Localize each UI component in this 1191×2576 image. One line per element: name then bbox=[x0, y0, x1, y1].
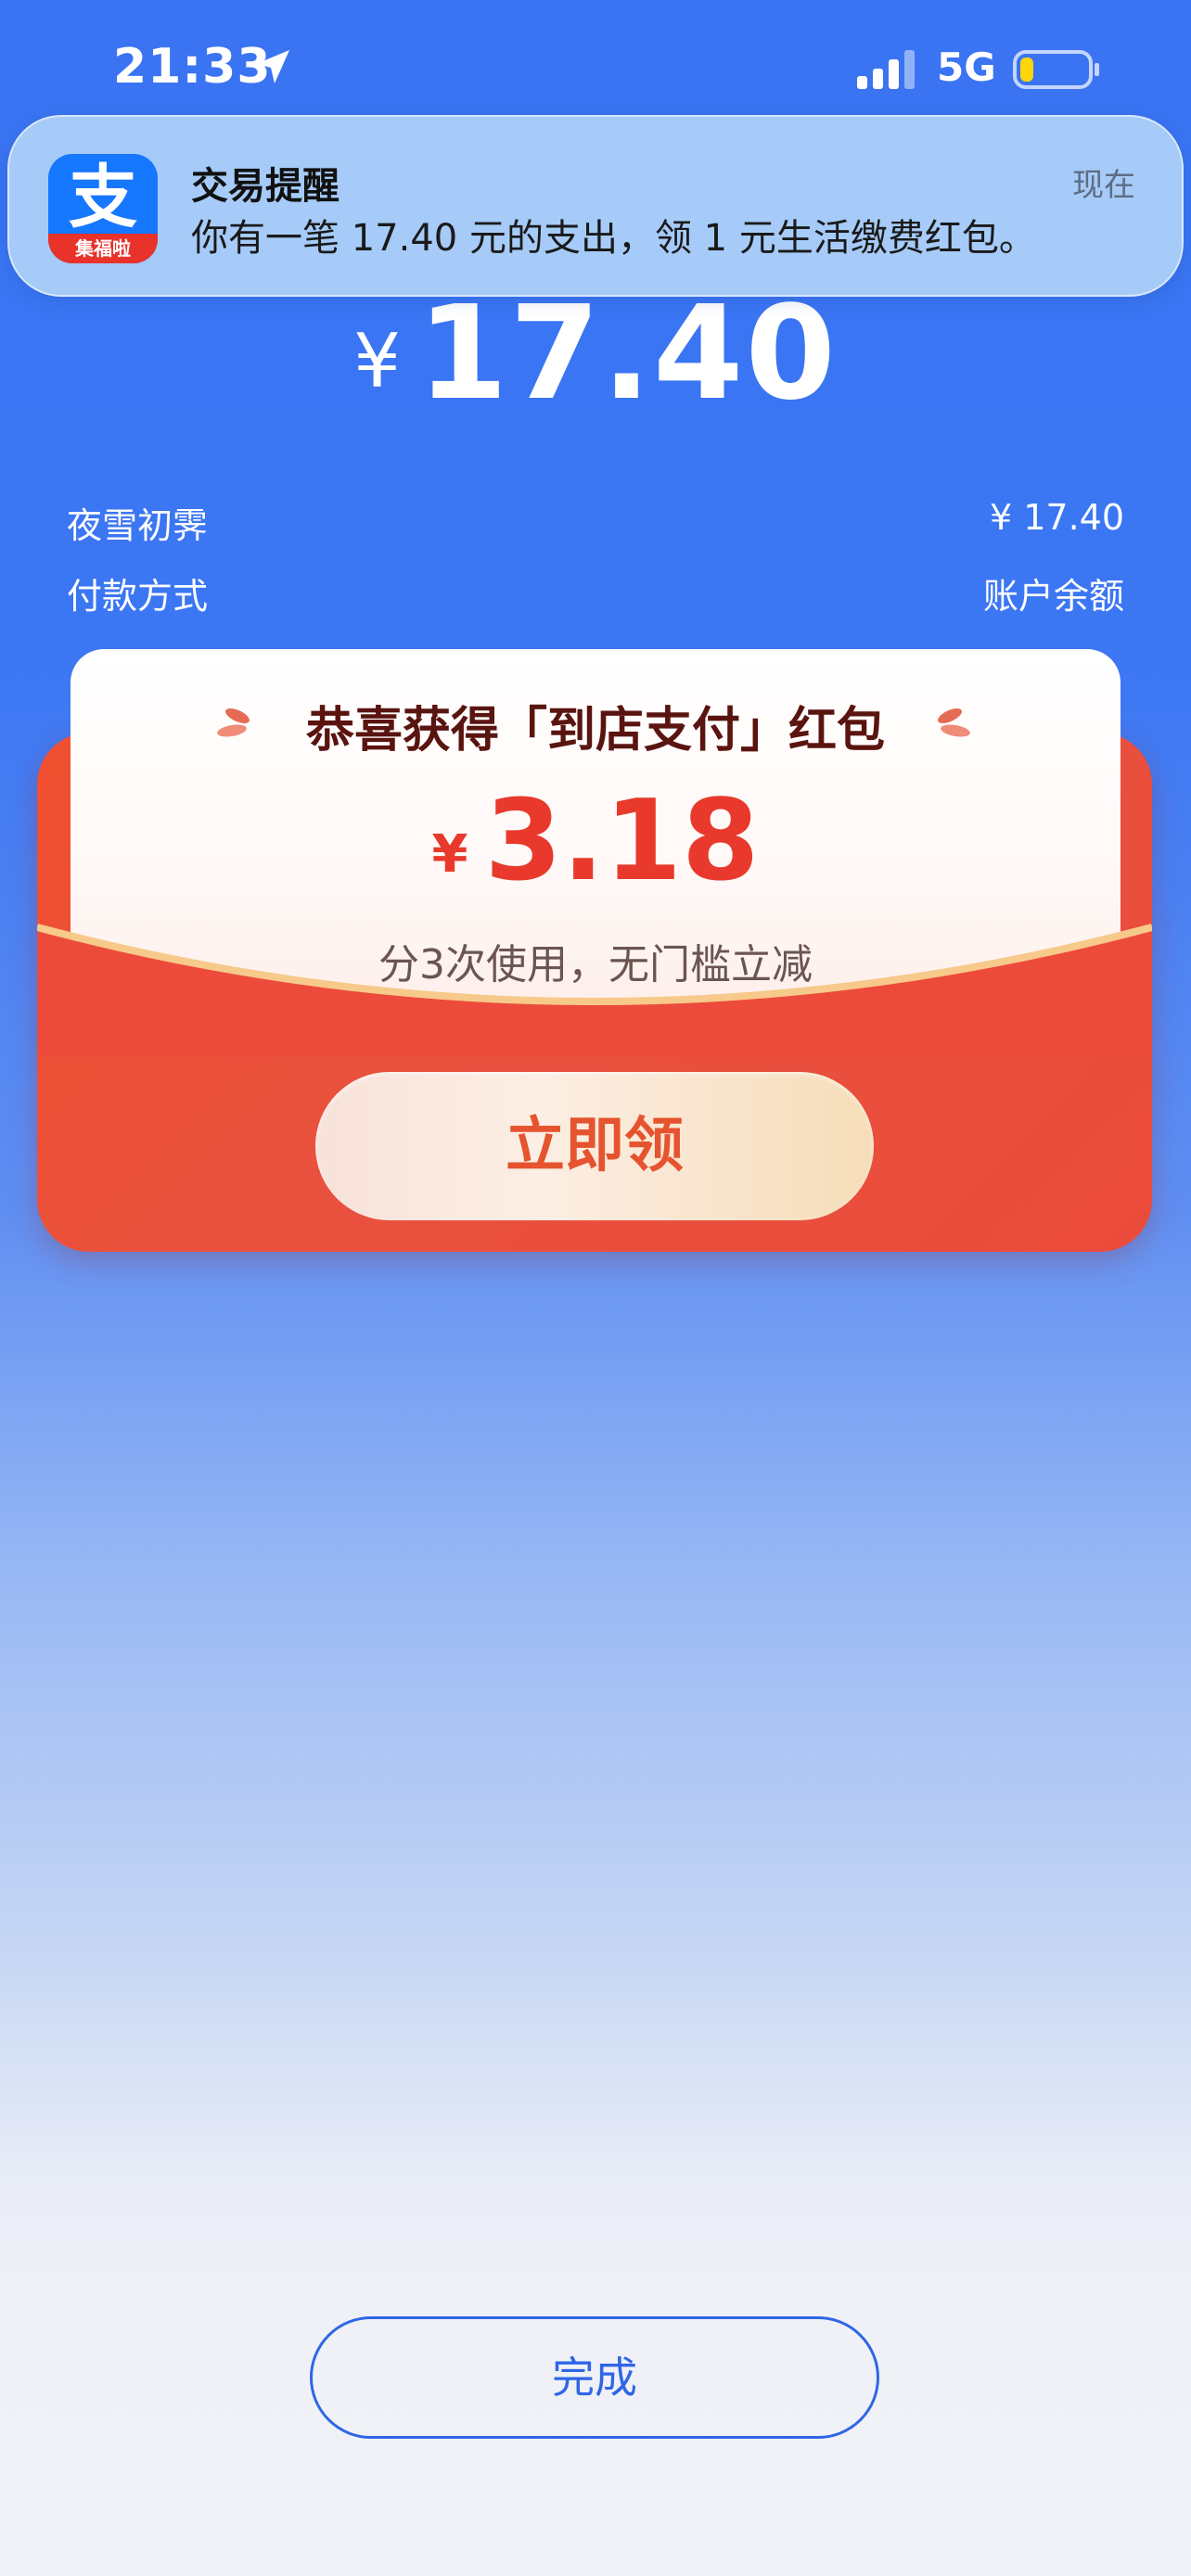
done-button[interactable]: 完成 bbox=[310, 2316, 879, 2439]
claim-button[interactable]: 立即领 bbox=[315, 1072, 874, 1220]
status-time: 21:33 bbox=[113, 39, 272, 95]
red-packet-title: 恭喜获得「到店支付」红包 bbox=[305, 703, 885, 759]
notification-time: 现在 bbox=[1072, 167, 1135, 204]
battery-icon bbox=[1013, 50, 1099, 89]
cellular-signal-icon bbox=[857, 50, 915, 89]
payee-label: 夜雪初霁 bbox=[67, 505, 209, 546]
leaf-decoration-icon bbox=[938, 708, 970, 737]
amount-value: 17.40 bbox=[417, 278, 838, 429]
red-packet-value: 3.18 bbox=[484, 777, 760, 906]
currency-symbol: ¥ bbox=[353, 318, 402, 404]
payment-method-value: 账户余额 bbox=[982, 576, 1124, 617]
payment-amount: ¥17.40 bbox=[0, 278, 1191, 429]
location-arrow-icon bbox=[256, 50, 289, 83]
payment-method-label: 付款方式 bbox=[67, 576, 209, 617]
payee-value: ¥ 17.40 bbox=[989, 497, 1124, 538]
notification-title: 交易提醒 bbox=[191, 165, 339, 208]
notification-body: 你有一笔 17.40 元的支出，领 1 元生活缴费红包。 bbox=[191, 217, 1036, 260]
red-packet-amount: ¥3.18 bbox=[0, 777, 1191, 906]
alipay-app-icon: 支 集福啦 bbox=[48, 154, 158, 263]
notification-banner[interactable]: 支 集福啦 交易提醒 现在 你有一笔 17.40 元的支出，领 1 元生活缴费红… bbox=[7, 115, 1184, 297]
network-type: 5G bbox=[937, 45, 996, 90]
red-packet-currency: ¥ bbox=[431, 824, 468, 885]
red-packet-description: 分3次使用，无门槛立减 bbox=[378, 941, 813, 988]
app-icon-badge: 集福啦 bbox=[48, 234, 158, 263]
app-icon-glyph: 支 bbox=[69, 158, 137, 237]
